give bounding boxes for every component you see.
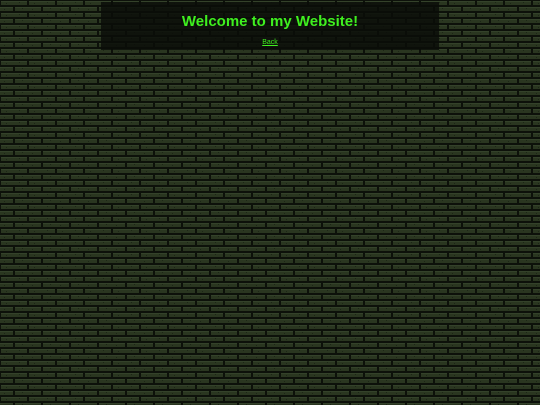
brick-wall-background — [0, 0, 540, 405]
back-link[interactable]: Back — [262, 39, 278, 47]
page-title: Welcome to my Website! — [181, 13, 359, 30]
header-panel: Welcome to my Website! Back — [101, 2, 439, 50]
